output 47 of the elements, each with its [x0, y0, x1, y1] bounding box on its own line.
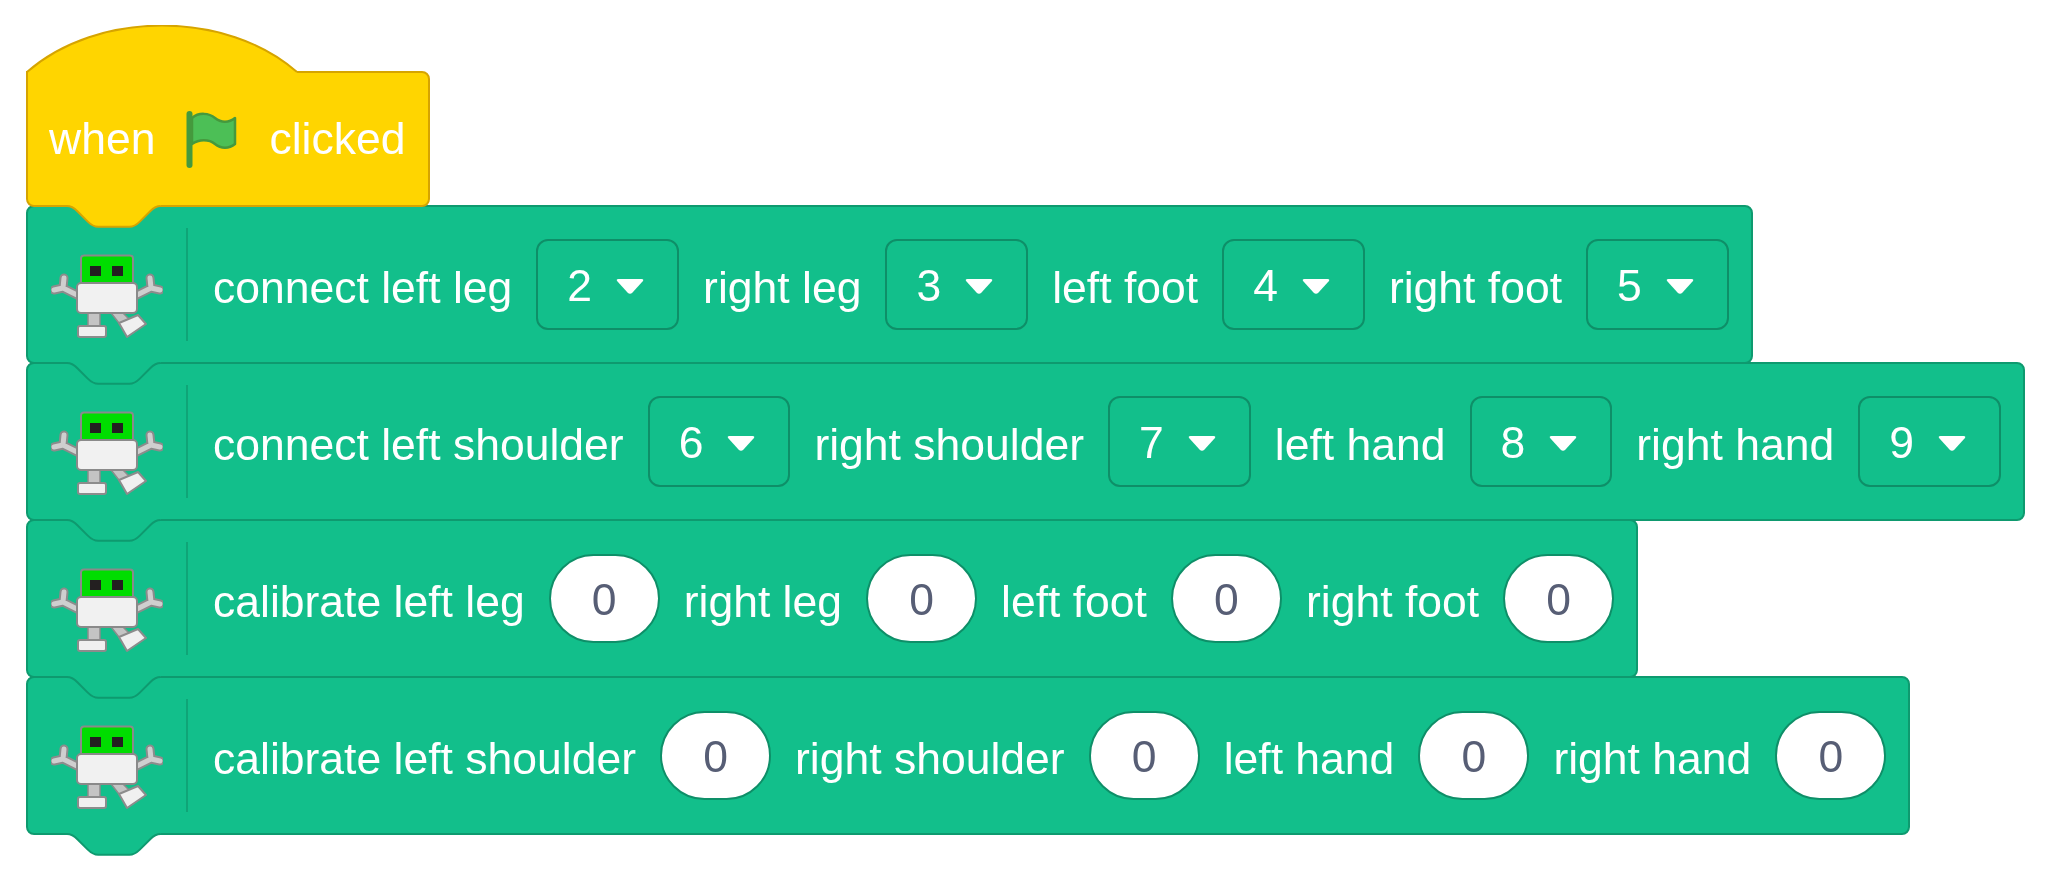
- dropdown[interactable]: 5: [1586, 239, 1729, 330]
- number-field[interactable]: 0: [1503, 554, 1615, 643]
- dropdown[interactable]: 7: [1108, 396, 1251, 487]
- block-label: when: [49, 113, 156, 165]
- block-label: connect left leg: [213, 261, 513, 314]
- block-label: right shoulder: [814, 418, 1085, 471]
- flag-icon: [186, 110, 239, 168]
- number-field[interactable]: 0: [660, 711, 771, 800]
- caret-icon: [726, 435, 757, 452]
- robot-icon: [51, 567, 163, 654]
- block-label: left hand: [1274, 418, 1446, 471]
- block-label: clicked: [269, 113, 406, 165]
- block-label: right hand: [1636, 418, 1835, 471]
- caret-icon: [1936, 435, 1967, 452]
- block-label: calibrate left leg: [213, 575, 525, 628]
- number-field[interactable]: 0: [866, 554, 977, 643]
- dropdown[interactable]: 9: [1858, 396, 2001, 487]
- block-label: left foot: [1052, 261, 1199, 314]
- number-field[interactable]: 0: [1775, 711, 1887, 800]
- block-label: right leg: [683, 575, 842, 628]
- block-label: right hand: [1553, 732, 1752, 785]
- block-label: left foot: [1001, 575, 1147, 628]
- caret-icon: [1300, 278, 1331, 295]
- block-label: connect left shoulder: [213, 418, 624, 471]
- caret-icon: [1186, 435, 1217, 452]
- dropdown[interactable]: 8: [1469, 396, 1613, 487]
- dropdown[interactable]: 2: [536, 239, 680, 330]
- robot-icon: [51, 724, 163, 811]
- block-label: left hand: [1223, 732, 1395, 785]
- block-label: right foot: [1388, 261, 1563, 314]
- robot-icon: [51, 253, 163, 340]
- number-field[interactable]: 0: [548, 554, 660, 643]
- caret-icon: [1548, 435, 1579, 452]
- block-label: calibrate left shoulder: [213, 732, 636, 785]
- block-label: right foot: [1305, 575, 1480, 628]
- dropdown[interactable]: 6: [647, 396, 791, 487]
- caret-icon: [1664, 278, 1695, 295]
- block-label: right leg: [703, 261, 862, 314]
- caret-icon: [615, 278, 646, 295]
- number-field[interactable]: 0: [1088, 711, 1200, 800]
- number-field[interactable]: 0: [1418, 711, 1530, 800]
- dropdown[interactable]: 3: [885, 239, 1029, 330]
- robot-icon: [51, 410, 163, 497]
- block-label: right shoulder: [795, 732, 1065, 785]
- caret-icon: [964, 278, 995, 295]
- number-field[interactable]: 0: [1170, 554, 1282, 643]
- dropdown[interactable]: 4: [1222, 239, 1365, 330]
